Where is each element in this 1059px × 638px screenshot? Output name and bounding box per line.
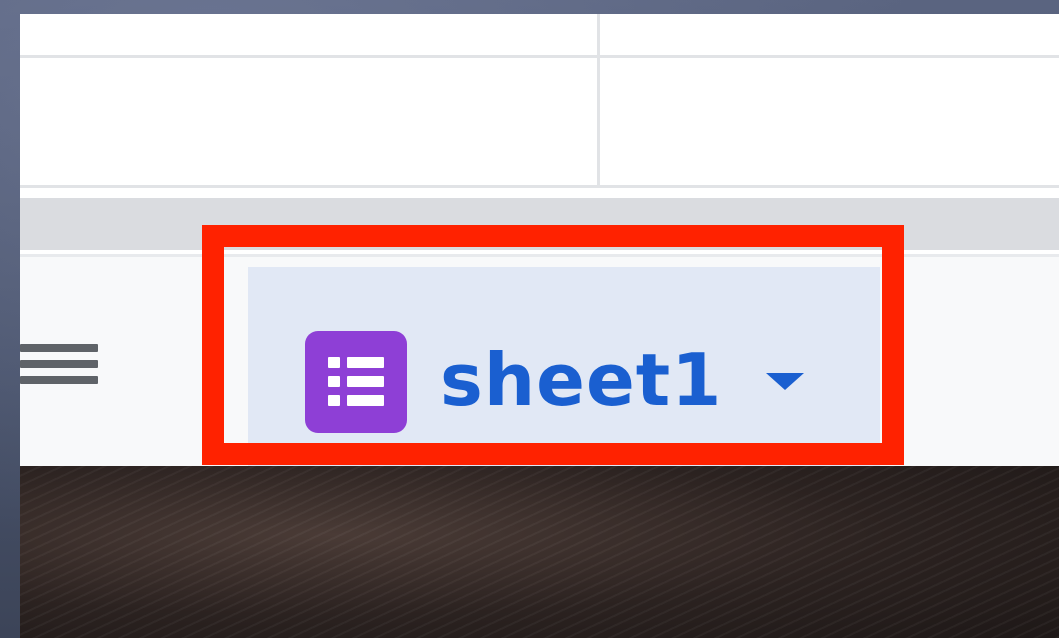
form-icon bbox=[305, 331, 407, 433]
all-sheets-button[interactable] bbox=[20, 337, 100, 395]
sheet-tab-label: sheet1 bbox=[440, 338, 723, 422]
spreadsheet-window: sheet1 bbox=[20, 14, 1059, 638]
horizontal-scrollbar[interactable] bbox=[20, 198, 1059, 250]
sheet-tab-bar: sheet1 bbox=[20, 254, 1059, 470]
desktop-background bbox=[20, 466, 1059, 638]
grid-column-divider bbox=[597, 14, 600, 188]
spreadsheet-grid bbox=[20, 14, 1059, 188]
sheet-tab-sheet1[interactable]: sheet1 bbox=[248, 267, 880, 467]
grid-row bbox=[20, 58, 1059, 188]
chevron-down-icon[interactable] bbox=[766, 373, 804, 390]
grid-row bbox=[20, 14, 1059, 58]
